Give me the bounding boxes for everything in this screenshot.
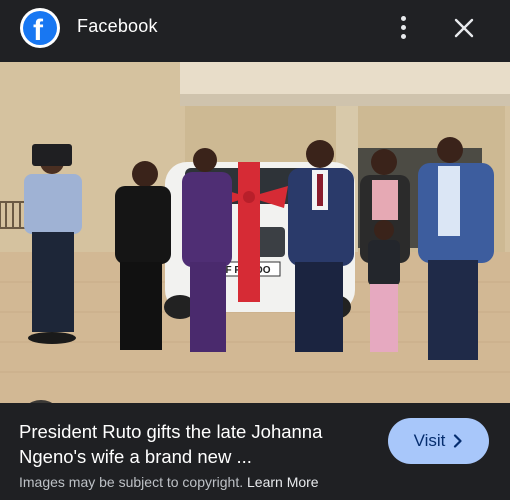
logo-letter: f xyxy=(33,14,43,45)
photo-scene: LF PRADO xyxy=(0,62,510,403)
more-vert-icon[interactable] xyxy=(392,14,416,42)
copyright-text: Images may be subject to copyright. xyxy=(19,474,244,490)
result-title[interactable]: President Ruto gifts the late Johanna Ng… xyxy=(19,419,374,469)
source-title[interactable]: Facebook xyxy=(77,16,158,37)
chevron-right-icon xyxy=(454,434,463,448)
visit-button[interactable]: Visit xyxy=(388,418,489,464)
caption-panel: President Ruto gifts the late Johanna Ng… xyxy=(0,403,510,500)
visit-label: Visit xyxy=(413,431,446,450)
close-icon[interactable] xyxy=(448,12,480,44)
copyright-notice: Images may be subject to copyright. Lear… xyxy=(19,474,319,490)
facebook-logo-icon[interactable]: f xyxy=(20,8,60,48)
viewer-header: f Facebook xyxy=(0,0,510,60)
learn-more-link[interactable]: Learn More xyxy=(247,474,319,490)
news-photo[interactable]: LF PRADO xyxy=(0,62,510,403)
